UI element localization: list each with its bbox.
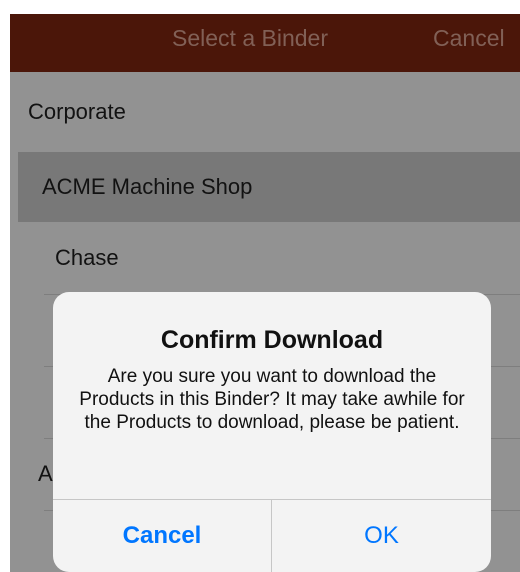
app-screen: Select a Binder Cancel Corporate ACME Ma… [10, 14, 520, 572]
alert-title: Confirm Download [160, 326, 384, 354]
confirm-download-alert: Confirm Download Are you sure you want t… [53, 292, 491, 572]
alert-ok-button[interactable]: OK [272, 500, 491, 572]
alert-cancel-button[interactable]: Cancel [53, 500, 271, 572]
alert-message: Are you sure you want to download the Pr… [79, 366, 465, 433]
